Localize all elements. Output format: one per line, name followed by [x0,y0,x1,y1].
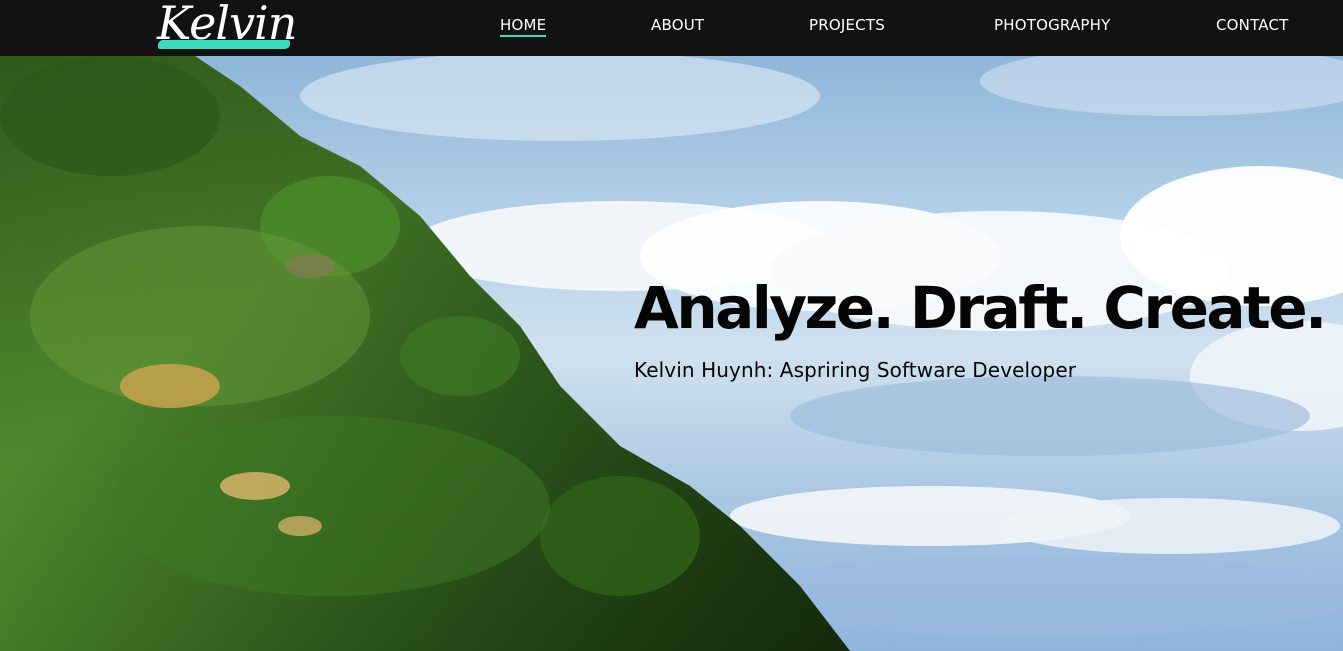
logo-text: Kelvin [157,0,297,50]
hero-background-image [0,56,1343,651]
nav-link-home[interactable]: HOME [500,16,547,37]
hero-subtitle: Kelvin Huynh: Aspriring Software Develop… [634,358,1077,382]
nav-link-about[interactable]: ABOUT [651,16,704,34]
nav-link-contact[interactable]: CONTACT [1216,16,1289,34]
site-logo[interactable]: Kelvin [155,0,297,54]
green-hillside [0,56,850,651]
hero-section: Analyze. Draft. Create. Kelvin Huynh: As… [0,56,1343,651]
hero-title: Analyze. Draft. Create. [634,274,1327,342]
nav-link-projects[interactable]: PROJECTS [809,16,885,34]
nav-link-photography[interactable]: PHOTOGRAPHY [994,16,1111,34]
top-navbar: Kelvin HOME ABOUT PROJECTS PHOTOGRAPHY C… [0,0,1343,56]
